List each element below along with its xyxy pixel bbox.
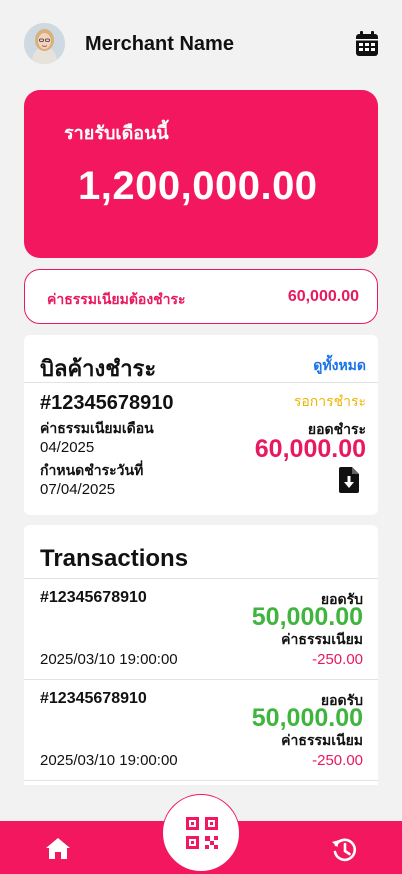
- bill-status-badge: รอการชำระ: [293, 393, 366, 409]
- transaction-number: #12345678910: [40, 690, 147, 707]
- outstanding-bill-title: บิลค้างชำระ: [40, 356, 157, 381]
- divider: [24, 780, 378, 781]
- avatar[interactable]: [24, 23, 65, 64]
- due-date-label: กำหนดชำระวันที่: [40, 462, 144, 478]
- monthly-income-label: รายรับเดือนนี้: [64, 123, 169, 143]
- qr-code-button[interactable]: [162, 794, 240, 872]
- fee-amount: -250.00: [312, 752, 363, 769]
- transactions-card: Transactions #12345678910 ยอดรับ 50,000.…: [24, 525, 378, 785]
- received-amount: 50,000.00: [251, 704, 363, 732]
- transactions-title: Transactions: [40, 545, 189, 572]
- transaction-datetime: 2025/03/10 19:00:00: [40, 651, 178, 668]
- transaction-row[interactable]: #12345678910 ยอดรับ 50,000.00 ค่าธรรมเนี…: [24, 680, 378, 780]
- divider: [24, 382, 378, 383]
- monthly-income-value: 1,200,000.00: [78, 164, 318, 208]
- fee-due-label: ค่าธรรมเนียมต้องชำระ: [47, 291, 186, 307]
- fee-due-value: 60,000.00: [287, 288, 359, 305]
- fee-label: ค่าธรรมเนียม: [281, 732, 363, 748]
- outstanding-bill-card: บิลค้างชำระ ดูทั้งหมด #12345678910 รอการ…: [24, 335, 378, 515]
- home-icon[interactable]: [46, 838, 70, 859]
- bill-number: #12345678910: [40, 392, 174, 414]
- history-icon[interactable]: [331, 837, 357, 863]
- transaction-datetime: 2025/03/10 19:00:00: [40, 752, 178, 769]
- fee-due-box[interactable]: ค่าธรรมเนียมต้องชำระ 60,000.00: [24, 269, 378, 324]
- merchant-name: Merchant Name: [85, 33, 234, 55]
- monthly-income-card: รายรับเดือนนี้ 1,200,000.00: [24, 90, 378, 258]
- view-all-link[interactable]: ดูทั้งหมด: [313, 355, 366, 377]
- fee-month-label: ค่าธรรมเนียมเดือน: [40, 420, 154, 436]
- fee-month-value: 04/2025: [40, 439, 95, 456]
- received-amount: 50,000.00: [251, 603, 363, 631]
- fee-label: ค่าธรรมเนียม: [281, 631, 363, 647]
- fee-amount: -250.00: [312, 651, 363, 668]
- qr-code-icon: [186, 817, 218, 849]
- transaction-row[interactable]: #12345678910 ยอดรับ 50,000.00 ค่าธรรมเนี…: [24, 579, 378, 679]
- header: Merchant Name: [0, 0, 402, 88]
- amount-due-value: 60,000.00: [254, 435, 366, 463]
- due-date-value: 07/04/2025: [40, 481, 116, 498]
- transaction-number: #12345678910: [40, 589, 147, 606]
- calendar-icon[interactable]: [355, 31, 379, 57]
- download-document-icon[interactable]: [339, 467, 359, 493]
